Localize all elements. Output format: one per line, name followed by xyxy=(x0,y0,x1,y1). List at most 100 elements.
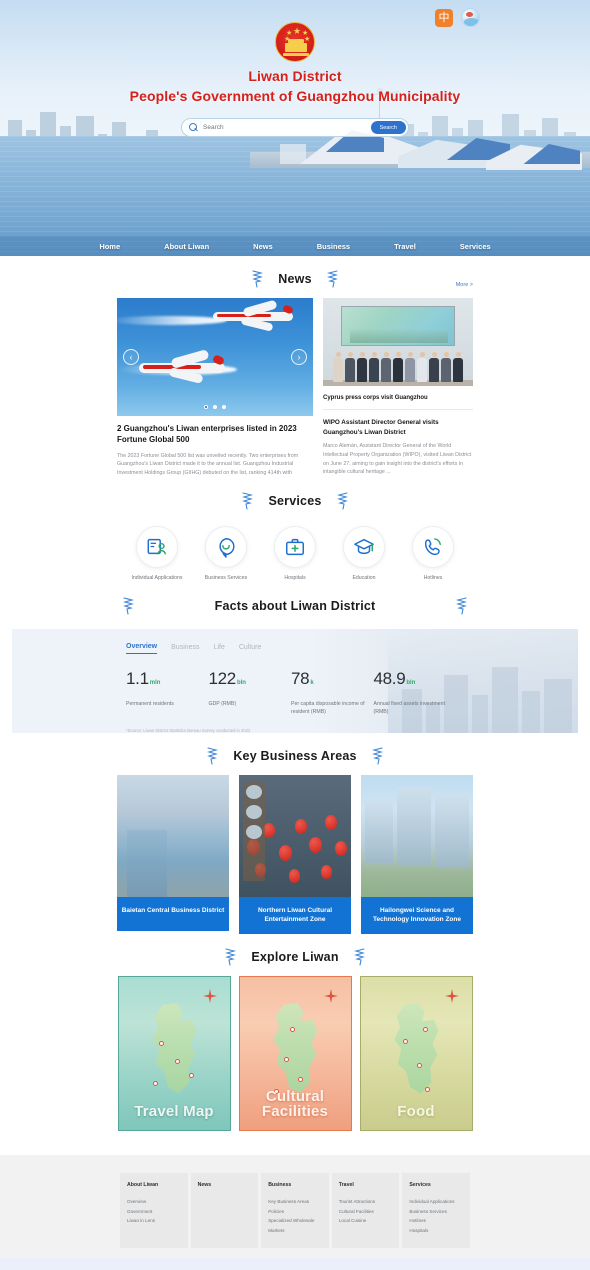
search-input[interactable] xyxy=(198,124,371,131)
nav-item-services[interactable]: Services xyxy=(438,242,513,251)
news-side-list: Cyprus press corps visit Guangzhou WIPO … xyxy=(323,298,473,478)
footer-link-cultural-facilities[interactable]: Cultural Facilities xyxy=(339,1207,393,1217)
footer-link-tourist-attractions[interactable]: Tourist Attractions xyxy=(339,1197,393,1207)
airplane-graphic xyxy=(213,299,299,332)
footer-link-markets[interactable]: Markets xyxy=(268,1226,322,1236)
explore-card-food[interactable]: Food xyxy=(359,976,473,1132)
footer-link-business-services[interactable]: Business Services xyxy=(409,1207,463,1217)
news-summary: The 2023 Fortune Global 500 list was unv… xyxy=(117,452,299,477)
services-section: Individual Applications Business Service… xyxy=(117,520,473,583)
service-label: Individual Applications xyxy=(131,574,183,581)
news-item-title[interactable]: WIPO Assistant Director General visits G… xyxy=(323,418,473,437)
nav-item-travel[interactable]: Travel xyxy=(372,242,438,251)
explore-card-travel-map[interactable]: Travel Map xyxy=(117,976,231,1132)
language-switcher[interactable]: 中 xyxy=(435,8,480,27)
ornament-right-icon xyxy=(336,492,350,510)
footer-link-government[interactable]: Government xyxy=(127,1207,181,1217)
footer-link-hotlines[interactable]: Hotlines xyxy=(409,1216,463,1226)
tab-culture[interactable]: Culture xyxy=(239,644,262,654)
footer-link-hospitals[interactable]: Hospitals xyxy=(409,1226,463,1236)
carousel-prev-button[interactable]: ‹ xyxy=(123,349,139,365)
globe-icon[interactable] xyxy=(461,8,480,27)
search-button[interactable]: Search xyxy=(370,121,406,134)
news-feature: ‹ › 2 Guangzhou's Liwan enterprises list… xyxy=(117,298,313,478)
service-label: Business Services xyxy=(204,574,248,581)
ornament-left-icon xyxy=(121,597,135,615)
kba-card-hailongwei[interactable]: Hailongwei Science and Technology Innova… xyxy=(361,774,473,935)
tab-overview[interactable]: Overview xyxy=(126,643,158,654)
explore-label: Cultural Facilities xyxy=(261,1087,329,1121)
tab-life[interactable]: Life xyxy=(214,644,225,654)
footer-link-key-business-areas[interactable]: Key Business Areas xyxy=(268,1197,322,1207)
footer-column-title: Travel xyxy=(338,1182,354,1189)
carousel-dot[interactable] xyxy=(204,405,208,409)
nav-item-about-liwan[interactable]: About Liwan xyxy=(142,242,231,251)
main-navigation[interactable]: Home About Liwan News Business Travel Se… xyxy=(0,236,590,256)
ornament-right-icon xyxy=(455,597,469,615)
facts-section-header: Facts about Liwan District xyxy=(0,583,590,625)
stat-unit: k xyxy=(310,679,314,686)
compass-icon xyxy=(323,989,338,1004)
search-bar[interactable]: Search xyxy=(181,118,409,137)
news-headline[interactable]: 2 Guangzhou's Liwan enterprises listed i… xyxy=(117,424,313,446)
nav-item-home[interactable]: Home xyxy=(77,242,142,251)
nav-item-news[interactable]: News xyxy=(231,242,295,251)
footer-column-about-liwan: About Liwan Overview Government Liwan in… xyxy=(120,1173,188,1248)
service-item-hospitals[interactable]: Hospitals xyxy=(267,525,323,583)
national-emblem: ★ ★ ★ ★ ★ xyxy=(275,22,315,62)
news-photo-caption[interactable]: Cyprus press corps visit Guangzhou xyxy=(323,394,473,411)
nav-item-business[interactable]: Business xyxy=(295,242,372,251)
footer-column-title: Services xyxy=(409,1182,431,1189)
news-more-link[interactable]: More > xyxy=(456,282,473,288)
footer-link-overview[interactable]: Overview xyxy=(127,1197,181,1207)
news-carousel[interactable]: ‹ › xyxy=(117,298,313,416)
kba-image xyxy=(361,774,473,897)
footer-column-news: News xyxy=(190,1173,259,1248)
carousel-dot[interactable] xyxy=(222,405,226,409)
page-root: 中 ★ ★ ★ ★ ★ Liwan District People's Gove… xyxy=(0,0,590,1270)
carousel-next-button[interactable]: › xyxy=(291,349,307,365)
service-item-education[interactable]: Education xyxy=(336,525,392,583)
facts-statistics: 1.1mln Permanent residents 122bln GDP (R… xyxy=(126,669,456,717)
kba-card-baietan[interactable]: Baietan Central Business District xyxy=(117,774,229,935)
kba-image xyxy=(117,774,229,897)
explore-card-cultural-facilities[interactable]: Cultural Facilities xyxy=(238,976,352,1132)
facts-panel: Overview Business Life Culture 1.1mln Pe… xyxy=(12,628,578,733)
footer-link-specialized-wholesale[interactable]: Specialized Wholesale xyxy=(268,1216,322,1226)
news-side-photo[interactable] xyxy=(323,298,473,386)
stat-per-capita-income: 78k Per capita disposable income of resi… xyxy=(291,669,374,717)
site-title-line1: Liwan District xyxy=(248,68,342,84)
kba-card-northern-liwan[interactable]: Northern Liwan Cultural Entertainment Zo… xyxy=(239,774,351,935)
ornament-left-icon xyxy=(240,492,254,510)
district-map-graphic xyxy=(273,1003,318,1094)
service-item-hotlines[interactable]: Hotlines xyxy=(405,525,461,583)
footer-column-title: Business xyxy=(268,1182,292,1189)
service-item-individual-applications[interactable]: Individual Applications xyxy=(129,525,185,583)
carousel-dot[interactable] xyxy=(213,405,217,409)
stat-label: GDP (RMB) xyxy=(208,700,237,707)
section-title: News xyxy=(278,272,312,286)
footer-link-liwan-in-lens[interactable]: Liwan in Lens xyxy=(127,1216,181,1226)
tab-business[interactable]: Business xyxy=(171,644,199,654)
kba-section-header: Key Business Areas xyxy=(0,733,590,775)
explore-label: Food xyxy=(397,1103,435,1121)
chinese-language-toggle[interactable]: 中 xyxy=(435,8,453,27)
compass-icon xyxy=(202,989,217,1004)
footer-link-local-cuisine[interactable]: Local Cuisine xyxy=(339,1216,393,1226)
section-title: Facts about Liwan District xyxy=(214,598,376,613)
footer-link-individual-applications[interactable]: Individual Applications xyxy=(409,1197,463,1207)
smile-chat-icon xyxy=(219,537,235,558)
explore-section: Travel Map Cultural Facilities Food xyxy=(115,976,475,1132)
facts-tabs[interactable]: Overview Business Life Culture xyxy=(126,643,456,654)
footer-column-title: About Liwan xyxy=(127,1182,159,1189)
section-title: Key Business Areas xyxy=(233,748,357,763)
service-item-business-services[interactable]: Business Services xyxy=(198,525,254,583)
site-title-line2: People's Government of Guangzhou Municip… xyxy=(129,88,461,104)
stat-label: Permanent residents xyxy=(126,700,174,707)
stat-permanent-residents: 1.1mln Permanent residents xyxy=(126,669,209,717)
stat-value: 48.9 xyxy=(373,668,406,688)
kba-caption: Baietan Central Business District xyxy=(117,896,229,931)
footer-link-policies[interactable]: Policies xyxy=(268,1207,322,1217)
carousel-dots[interactable] xyxy=(117,405,313,409)
stat-gdp: 122bln GDP (RMB) xyxy=(209,669,292,717)
